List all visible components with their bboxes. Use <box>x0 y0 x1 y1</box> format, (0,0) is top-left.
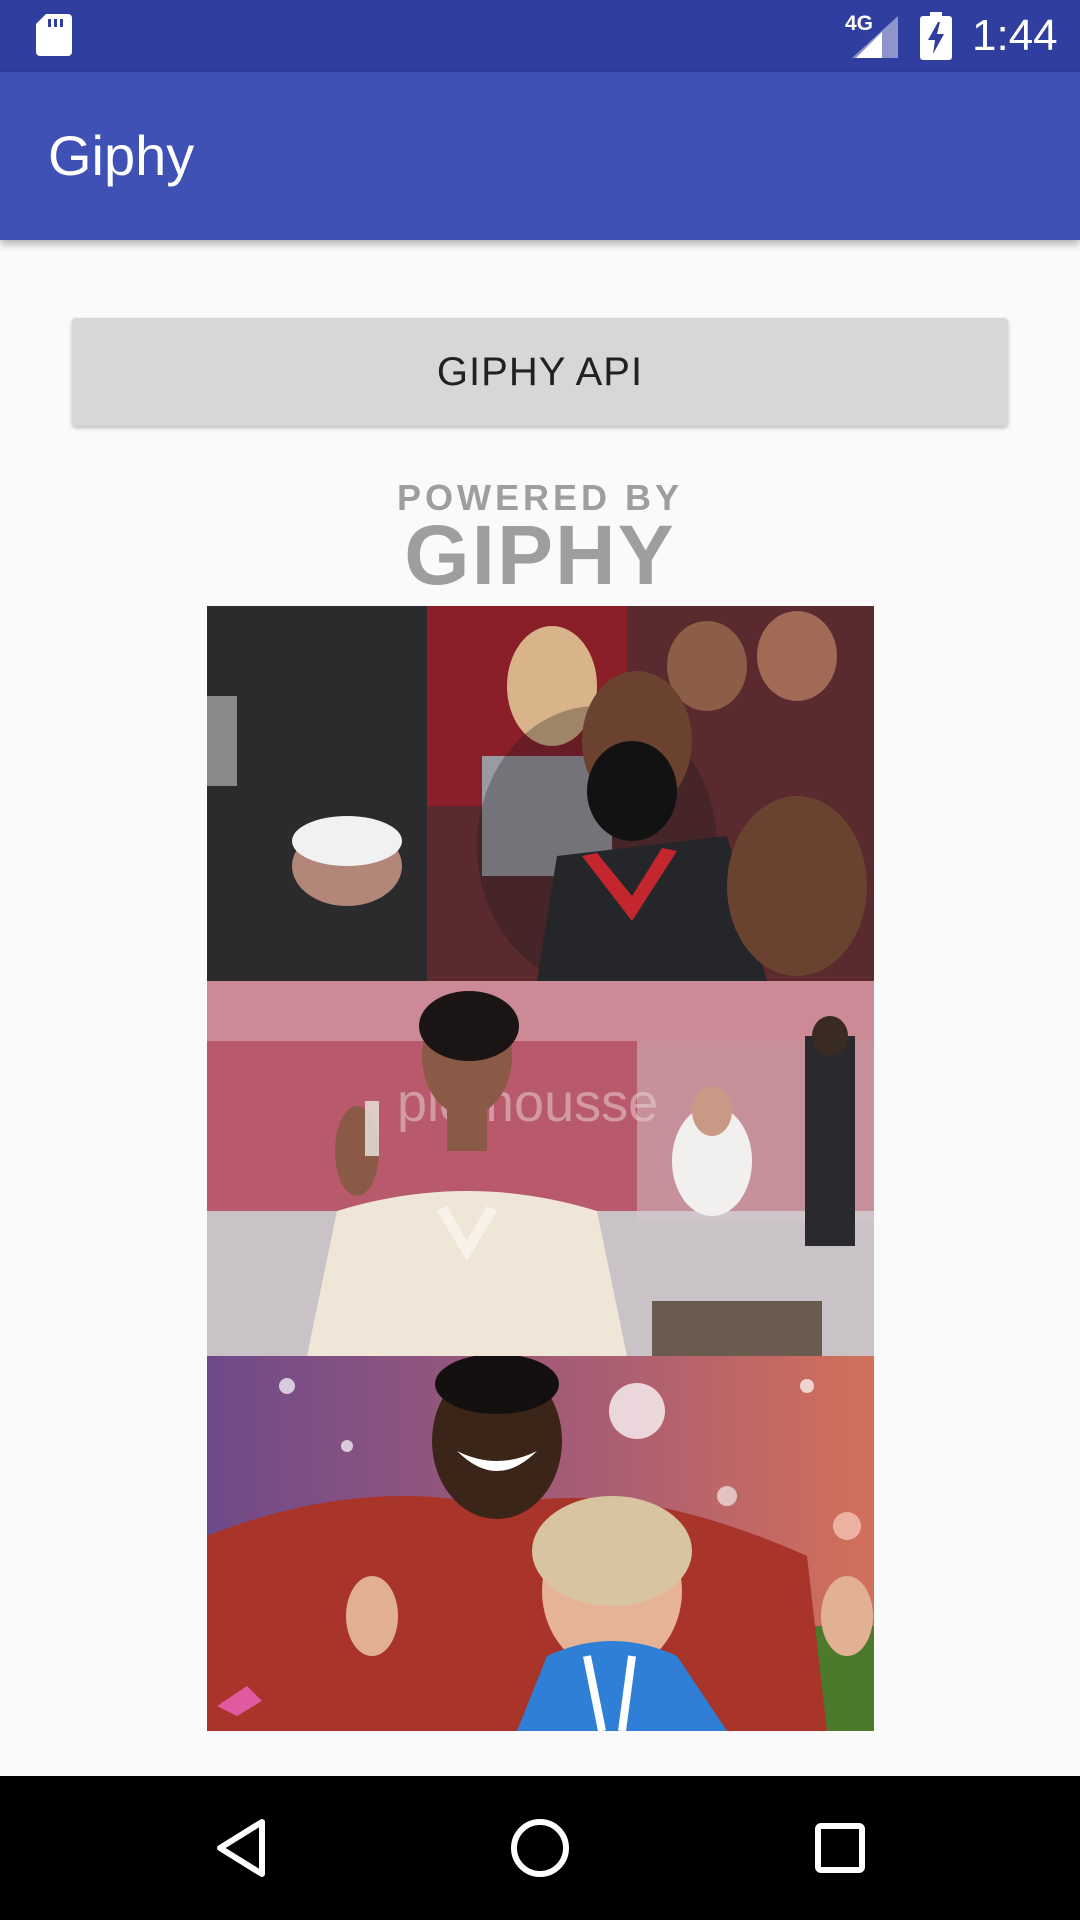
status-clock: 1:44 <box>972 11 1058 60</box>
signal-icon <box>852 16 898 58</box>
powered-by-giphy-logo: POWERED BY GIPHY <box>390 478 690 598</box>
back-icon[interactable] <box>200 1806 284 1890</box>
status-bar: 4G 1:44 <box>0 0 1080 72</box>
app-title: Giphy <box>48 124 195 187</box>
gif-champagne-toast-image: plemousse <box>207 981 874 1356</box>
giphy-api-button[interactable]: GIPHY API <box>72 318 1008 426</box>
giphy-brand-label: GIPHY <box>404 508 676 602</box>
home-icon[interactable] <box>498 1806 582 1890</box>
battery-charging-icon <box>920 12 952 60</box>
app-bar: Giphy <box>0 72 1080 240</box>
gif-basketball[interactable] <box>207 606 874 981</box>
gif-champagne-toast[interactable]: plemousse <box>207 981 874 1356</box>
navigation-bar <box>0 1776 1080 1920</box>
recents-icon[interactable] <box>798 1806 882 1890</box>
sd-card-icon <box>36 14 72 56</box>
gif-celebration[interactable] <box>207 1356 874 1731</box>
gif-basketball-image <box>207 606 874 981</box>
gif-celebration-image <box>207 1356 874 1731</box>
